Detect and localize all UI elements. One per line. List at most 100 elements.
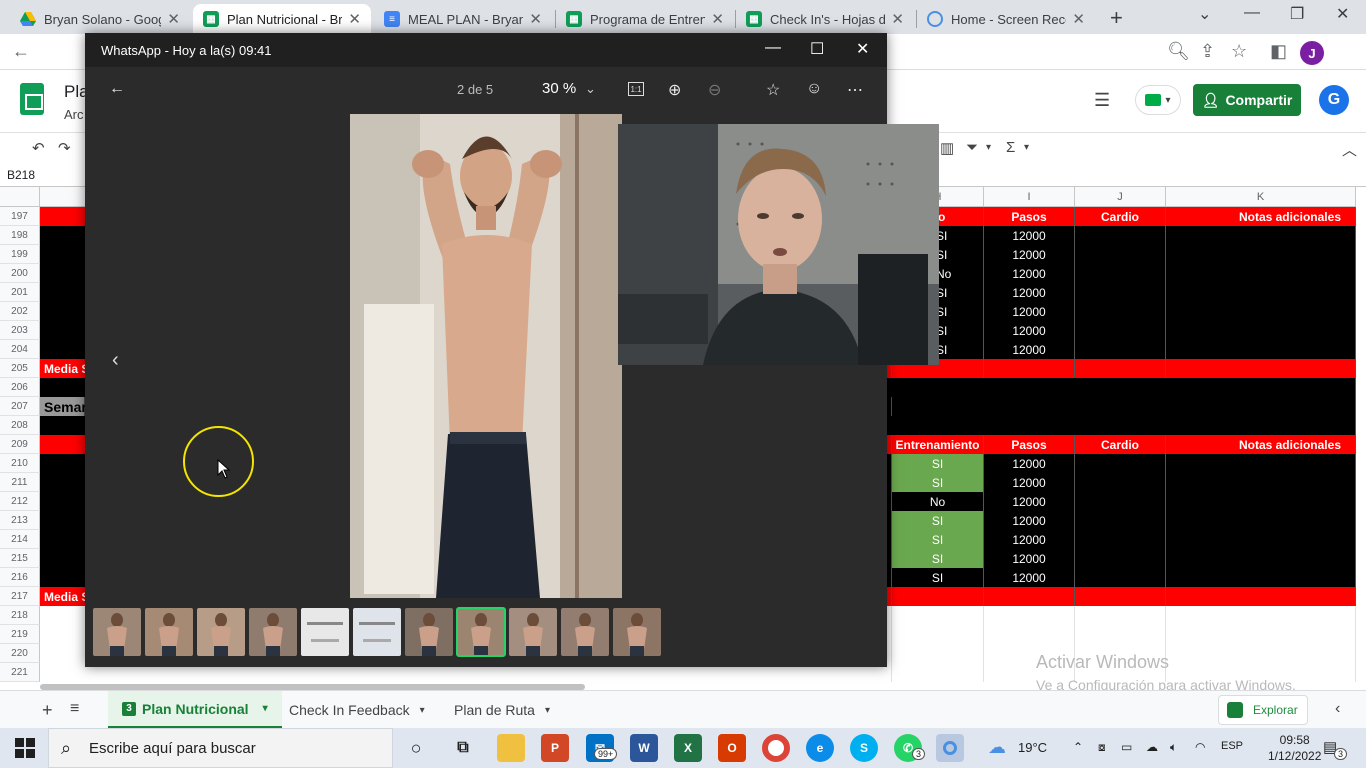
grid-cell[interactable] xyxy=(892,644,984,663)
column-title-pasos[interactable]: Pasos xyxy=(984,207,1075,226)
all-sheets-icon[interactable]: ≡ xyxy=(70,700,79,718)
steps-cell[interactable]: 12000 xyxy=(984,264,1075,283)
browser-tab-4[interactable]: ▦ Programa de Entrenan ✕ xyxy=(556,4,734,34)
row-header[interactable]: 218 xyxy=(0,606,40,625)
minimize-icon[interactable]: — xyxy=(765,39,781,57)
redo-icon[interactable]: ↷ xyxy=(58,139,71,157)
grid-cell[interactable] xyxy=(984,359,1075,378)
row-header[interactable]: 205 xyxy=(0,359,40,378)
cardio-cell[interactable] xyxy=(1075,321,1166,340)
powerpoint-icon[interactable]: P xyxy=(541,734,569,762)
close-window-icon[interactable]: ✕ xyxy=(1336,4,1349,24)
notes-cell[interactable] xyxy=(1166,568,1356,587)
media-thumbnail[interactable] xyxy=(613,608,661,656)
media-thumbnail[interactable] xyxy=(561,608,609,656)
onedrive-icon[interactable]: ☁ xyxy=(1146,740,1158,754)
media-thumbnail[interactable] xyxy=(93,608,141,656)
cardio-cell[interactable] xyxy=(1075,340,1166,359)
row-header[interactable]: 214 xyxy=(0,530,40,549)
notes-cell[interactable] xyxy=(1166,264,1356,283)
row-header[interactable]: 211 xyxy=(0,473,40,492)
training-cell[interactable]: SI xyxy=(892,568,984,587)
profile-avatar[interactable]: J xyxy=(1300,41,1324,65)
steps-cell[interactable]: 12000 xyxy=(984,283,1075,302)
column-title-cardio[interactable]: Cardio xyxy=(1075,435,1166,454)
close-icon[interactable]: ✕ xyxy=(529,10,542,28)
chevron-down-icon[interactable]: ▾ xyxy=(263,703,268,714)
training-cell[interactable]: SI xyxy=(892,511,984,530)
steps-cell[interactable]: 12000 xyxy=(984,492,1075,511)
taskbar-clock[interactable]: 09:58 1/12/2022 xyxy=(1268,732,1321,764)
column-header-i[interactable]: I xyxy=(984,187,1075,207)
row-header[interactable]: 204 xyxy=(0,340,40,359)
sheet-tab-plan-de-ruta[interactable]: Plan de Ruta ▾ xyxy=(440,691,564,729)
cardio-cell[interactable] xyxy=(1075,530,1166,549)
search-icon[interactable]: 🔍︎ xyxy=(1167,41,1190,62)
notes-cell[interactable] xyxy=(1166,549,1356,568)
chevron-down-icon[interactable]: ▾ xyxy=(1024,142,1029,153)
office-icon[interactable]: O xyxy=(718,734,746,762)
media-thumbnail[interactable] xyxy=(405,608,453,656)
row-header[interactable]: 209 xyxy=(0,435,40,454)
previous-media-icon[interactable]: ‹ xyxy=(112,349,119,372)
share-button[interactable]: 👤︎ Compartir xyxy=(1193,84,1301,116)
explore-button[interactable]: Explorar xyxy=(1218,695,1308,725)
new-tab-icon[interactable]: + xyxy=(1110,5,1123,31)
volume-icon[interactable]: 🔈︎ xyxy=(1170,740,1177,755)
week-label[interactable]: Semar xyxy=(40,397,87,416)
cardio-cell[interactable] xyxy=(1075,473,1166,492)
row-header[interactable]: 210 xyxy=(0,454,40,473)
grid-cell[interactable] xyxy=(892,397,1356,416)
browser-tab-2[interactable]: ▦ Plan Nutricional - Brya ✕ xyxy=(193,4,371,34)
weather-temperature[interactable]: 19°C xyxy=(1018,740,1047,755)
notes-cell[interactable] xyxy=(1166,283,1356,302)
media-thumbnail[interactable] xyxy=(456,607,506,657)
progress-photo[interactable] xyxy=(350,114,622,598)
grid-cell[interactable] xyxy=(1075,606,1166,625)
actual-size-icon[interactable]: 1:1 xyxy=(628,82,644,96)
training-cell[interactable]: SI xyxy=(892,473,984,492)
maximize-icon[interactable]: ☐ xyxy=(810,39,824,59)
close-icon[interactable]: ✕ xyxy=(348,10,361,28)
zoom-out-icon[interactable]: ⊖ xyxy=(708,80,721,100)
restore-icon[interactable]: ❐ xyxy=(1290,4,1304,24)
comment-icon[interactable]: ☰ xyxy=(1094,90,1110,111)
collapse-toolbar-icon[interactable]: ︿ xyxy=(1342,139,1357,160)
steps-cell[interactable]: 12000 xyxy=(984,530,1075,549)
back-arrow-icon[interactable]: ← xyxy=(12,41,30,62)
close-icon[interactable]: ✕ xyxy=(1072,10,1085,28)
grid-cell[interactable] xyxy=(984,587,1075,606)
close-icon[interactable]: ✕ xyxy=(711,10,724,28)
row-header[interactable]: 199 xyxy=(0,245,40,264)
cardio-cell[interactable] xyxy=(1075,492,1166,511)
row-header[interactable]: 201 xyxy=(0,283,40,302)
chevron-left-icon[interactable]: ‹ xyxy=(1335,700,1340,718)
browser-tab-6[interactable]: Home - Screen Record ✕ xyxy=(917,4,1095,34)
steps-cell[interactable]: 12000 xyxy=(984,321,1075,340)
steps-cell[interactable]: 12000 xyxy=(984,473,1075,492)
column-title-notas[interactable]: Notas adicionales xyxy=(1166,207,1356,226)
steps-cell[interactable]: 12000 xyxy=(984,454,1075,473)
back-arrow-icon[interactable]: ← xyxy=(109,80,125,98)
minimize-icon[interactable]: — xyxy=(1244,4,1260,22)
sheet-tab-plan-nutricional[interactable]: 3 Plan Nutricional ▾ xyxy=(108,691,282,729)
row-header[interactable]: 203 xyxy=(0,321,40,340)
row-header[interactable]: 217 xyxy=(0,587,40,606)
column-header-k[interactable]: K xyxy=(1166,187,1356,207)
account-avatar[interactable]: G xyxy=(1319,85,1349,115)
select-all-corner[interactable] xyxy=(0,187,40,207)
filter-icon[interactable]: ⏷ xyxy=(966,139,978,156)
chevron-down-icon[interactable]: ⌄ xyxy=(585,81,596,97)
file-explorer-icon[interactable] xyxy=(497,734,525,762)
grid-cell[interactable] xyxy=(1166,644,1356,663)
notes-cell[interactable] xyxy=(1166,321,1356,340)
cardio-cell[interactable] xyxy=(1075,568,1166,587)
grid-cell[interactable] xyxy=(1166,359,1356,378)
undo-icon[interactable]: ↶ xyxy=(32,139,45,157)
task-view-icon[interactable]: ⧉ xyxy=(449,734,477,762)
grid-cell[interactable] xyxy=(1075,625,1166,644)
star-icon[interactable]: ☆ xyxy=(1231,41,1247,62)
grid-cell[interactable] xyxy=(1166,625,1356,644)
steps-cell[interactable]: 12000 xyxy=(984,568,1075,587)
cardio-cell[interactable] xyxy=(1075,549,1166,568)
